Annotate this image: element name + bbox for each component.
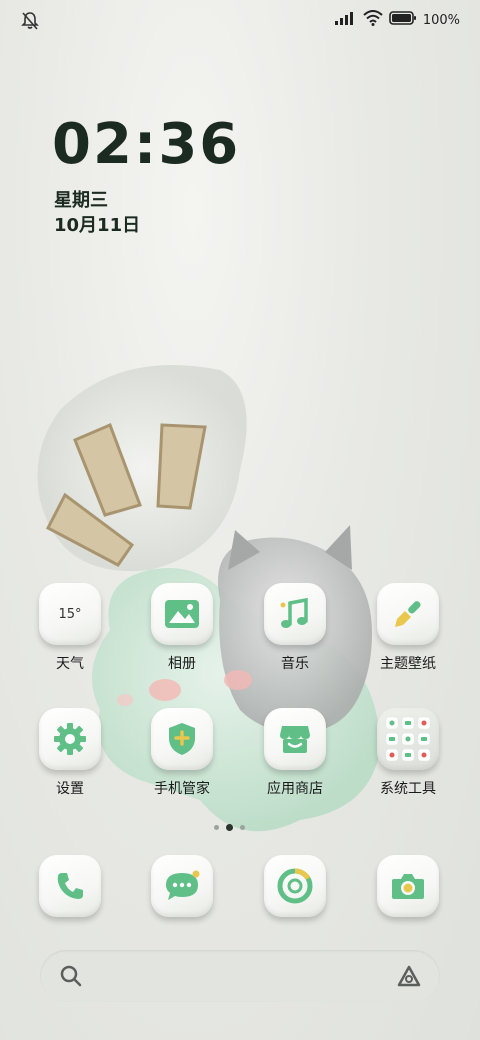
search-bar[interactable] xyxy=(40,950,440,1002)
page-dot[interactable] xyxy=(240,825,245,830)
app-label-music: 音乐 xyxy=(281,656,309,672)
dock-phone[interactable] xyxy=(15,855,125,917)
assistant-icon[interactable] xyxy=(396,964,422,992)
page-indicator[interactable] xyxy=(214,824,245,831)
app-phone-manager[interactable]: 手机管家 xyxy=(127,708,237,798)
battery-icon xyxy=(389,11,417,29)
phone-icon[interactable] xyxy=(39,855,101,917)
app-label-system-tools: 系统工具 xyxy=(380,781,436,797)
dock-browser[interactable] xyxy=(240,855,350,917)
weather-temperature: 15° xyxy=(58,606,82,622)
page-dot[interactable] xyxy=(214,825,219,830)
app-label-store: 应用商店 xyxy=(267,781,323,797)
battery-percent: 100% xyxy=(422,12,460,28)
app-music[interactable]: 音乐 xyxy=(240,583,350,673)
settings-gear-icon[interactable] xyxy=(39,708,101,770)
music-icon[interactable] xyxy=(264,583,326,645)
app-store-icon[interactable] xyxy=(264,708,326,770)
clock-time[interactable]: 02:36 xyxy=(52,112,240,177)
status-bar: 100% xyxy=(0,0,480,40)
bell-off-icon xyxy=(20,11,40,31)
camera-icon[interactable] xyxy=(377,855,439,917)
app-theme[interactable]: 主题壁纸 xyxy=(353,583,463,673)
app-label-gallery: 相册 xyxy=(168,656,196,672)
search-icon[interactable] xyxy=(60,965,82,991)
app-store[interactable]: 应用商店 xyxy=(240,708,350,798)
date-text: 10月11日 xyxy=(54,215,141,236)
messages-icon[interactable] xyxy=(151,855,213,917)
app-label-theme: 主题壁纸 xyxy=(380,656,436,672)
app-label-settings: 设置 xyxy=(56,781,84,797)
app-settings[interactable]: 设置 xyxy=(15,708,125,798)
dock-camera[interactable] xyxy=(353,855,463,917)
weather-icon[interactable]: 15° xyxy=(39,583,101,645)
browser-icon[interactable] xyxy=(264,855,326,917)
page-dot-active[interactable] xyxy=(226,824,233,831)
app-weather[interactable]: 15° 天气 xyxy=(15,583,125,673)
app-label-weather: 天气 xyxy=(56,656,84,672)
weekday-text: 星期三 xyxy=(54,190,108,211)
app-gallery[interactable]: 相册 xyxy=(127,583,237,673)
wifi-icon xyxy=(363,10,383,30)
app-label-phone-manager: 手机管家 xyxy=(154,781,210,797)
signal-icon xyxy=(334,11,357,29)
phone-manager-shield-icon[interactable] xyxy=(151,708,213,770)
dock-messages[interactable] xyxy=(127,855,237,917)
app-folder-system-tools[interactable]: 系统工具 xyxy=(353,708,463,798)
gallery-icon[interactable] xyxy=(151,583,213,645)
system-tools-folder-icon[interactable] xyxy=(377,708,439,770)
theme-brush-icon[interactable] xyxy=(377,583,439,645)
